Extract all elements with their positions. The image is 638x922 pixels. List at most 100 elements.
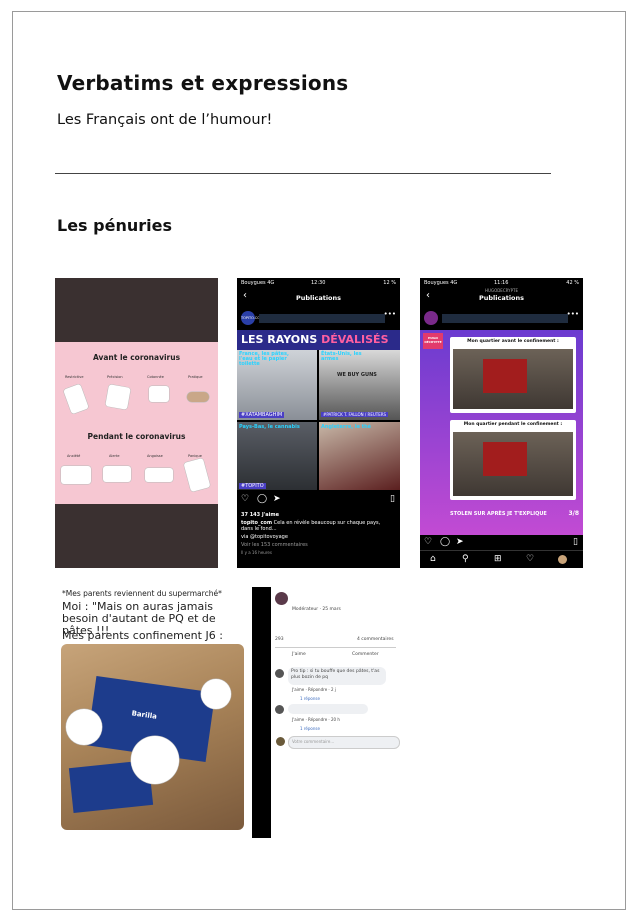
comment-bubble: Pro tip : si tu bouffe que des pâtes, t'… bbox=[288, 667, 386, 685]
more-icon[interactable]: ••• bbox=[567, 310, 579, 318]
banner-text: LES RAYONS bbox=[241, 333, 318, 346]
search-icon[interactable]: ⚲ bbox=[462, 554, 469, 564]
bookmark-icon[interactable]: ▯ bbox=[390, 494, 395, 504]
share-icon[interactable]: ➤ bbox=[273, 494, 281, 504]
comment-actions[interactable]: J'aime · Répondre · 20 h bbox=[292, 717, 340, 722]
shop-front bbox=[483, 442, 527, 476]
avatar[interactable] bbox=[424, 311, 438, 325]
section-heading: Les pénuries bbox=[57, 216, 172, 235]
comment-count[interactable]: 4 commentaires bbox=[357, 637, 394, 642]
comment-icon[interactable]: ◯ bbox=[440, 537, 450, 547]
brand-badge: HUGO DÉCRYPTE bbox=[423, 333, 443, 349]
moderator-line: Modérateur · 25 mars bbox=[292, 607, 341, 612]
label-after-1: Anxiété bbox=[67, 454, 81, 458]
tile-caption: Angleterre, le thé bbox=[321, 424, 372, 430]
pasta-brand: Barilla bbox=[131, 709, 158, 721]
avatar[interactable] bbox=[275, 592, 288, 605]
heart-icon[interactable]: ♡ bbox=[526, 554, 534, 564]
home-icon[interactable]: ⌂ bbox=[430, 554, 436, 564]
photo-street-during bbox=[453, 432, 573, 496]
label-after-2: Alerte bbox=[109, 454, 120, 458]
profile-icon[interactable] bbox=[558, 555, 567, 564]
reaction-count[interactable]: 293 bbox=[275, 637, 284, 642]
page-indicator: 3/8 bbox=[568, 510, 579, 517]
share-icon[interactable]: ➤ bbox=[456, 537, 464, 547]
photo-street-before bbox=[453, 349, 573, 409]
hashtag: #TOPITO bbox=[239, 483, 266, 489]
instagram-screenshot-topito: Bouygues 4G 12:30 12 % ‹ Publications TO… bbox=[237, 278, 400, 568]
photo-shelves-france: France, les pâtes, l'eau et le papier to… bbox=[237, 350, 317, 420]
add-post-icon[interactable]: ⊞ bbox=[494, 554, 502, 564]
account-name: HUGODECRYPTE bbox=[485, 288, 518, 293]
like-button[interactable]: J'aime bbox=[292, 652, 306, 657]
label-after-3: Angoisse bbox=[147, 454, 163, 458]
shop-front bbox=[483, 359, 527, 393]
label-before-2: Précision bbox=[107, 375, 123, 379]
clock: 11:16 bbox=[494, 280, 509, 286]
divider bbox=[275, 647, 396, 648]
bottom-nav: ⌂ ⚲ ⊞ ♡ bbox=[420, 550, 583, 568]
like-count: 37 143 J'aime bbox=[241, 512, 279, 518]
instagram-screenshot-hugodecrypte: Bouygues 4G 11:16 42 % HUGODECRYPTE ‹ Pu… bbox=[420, 278, 583, 568]
avatar[interactable] bbox=[275, 669, 284, 678]
timestamp: Il y a 16 heures bbox=[241, 550, 272, 555]
before-label: Mon quartier avant le confinement : bbox=[467, 339, 559, 344]
bookmark-icon[interactable]: ▯ bbox=[573, 537, 578, 547]
avatar[interactable] bbox=[275, 705, 284, 714]
during-panel: Mon quartier pendant le confinement : bbox=[450, 420, 576, 500]
battery: 12 % bbox=[383, 280, 396, 286]
comment-bubble bbox=[288, 704, 368, 714]
status-bar: Bouygues 4G 11:16 42 % bbox=[420, 278, 583, 288]
toilet-roll-icon bbox=[105, 384, 131, 410]
photo-credit: #PATRICK T. FALLON / REUTERS bbox=[321, 412, 389, 417]
tile-caption: France, les pâtes, l'eau et le papier to… bbox=[239, 351, 289, 367]
toilet-roll-icon bbox=[66, 709, 102, 745]
toilet-roll-icon bbox=[131, 736, 179, 784]
replies-link[interactable]: 1 réponse bbox=[300, 726, 320, 731]
more-icon[interactable]: ••• bbox=[384, 310, 396, 318]
post-image: HUGO DÉCRYPTE Mon quartier avant le conf… bbox=[420, 330, 583, 535]
toilet-roll-icon bbox=[61, 466, 91, 484]
nav-title: Publications bbox=[295, 294, 342, 302]
toilet-roll-icon bbox=[63, 383, 89, 415]
comment-button[interactable]: Commenter bbox=[352, 652, 379, 657]
nav-title: Publications bbox=[478, 294, 525, 302]
replies-link[interactable]: 1 réponse bbox=[300, 696, 320, 701]
meme-line-3: Mes parents confinement J6 : bbox=[62, 629, 223, 642]
divider bbox=[55, 173, 551, 174]
comment-composer[interactable]: Votre commentaire... bbox=[288, 736, 400, 749]
heading-after: Pendant le coronavirus bbox=[87, 432, 186, 441]
tile-caption: Pays-Bas, le cannabis bbox=[239, 424, 300, 430]
page-title: Verbatims et expressions bbox=[57, 71, 349, 95]
post-footer: STOLEN SUR APRÈS JE T'EXPLIQUE bbox=[450, 511, 547, 517]
toilet-roll-icon bbox=[149, 386, 169, 402]
clock: 12:30 bbox=[311, 280, 326, 286]
comment-text: Pro tip : si tu bouffe que des pâtes, t'… bbox=[291, 669, 380, 680]
avatar[interactable]: TOPITO.COM bbox=[241, 311, 263, 325]
comment-actions[interactable]: J'aime · Répondre · 2 j bbox=[292, 687, 336, 692]
view-comments-link[interactable]: Voir les 153 commentaires bbox=[241, 542, 308, 548]
via-text: via @topitovoyage bbox=[241, 534, 288, 540]
banner-accent-text: DÉVALISÉS bbox=[321, 333, 389, 346]
account-name-redacted bbox=[259, 314, 385, 323]
page-subtitle: Les Français ont de l’humour! bbox=[57, 112, 273, 128]
tile-caption: États-Unis, les armes bbox=[321, 351, 362, 362]
toilet-roll-icon bbox=[103, 466, 131, 482]
composer-placeholder: Votre commentaire... bbox=[292, 739, 335, 744]
comment-icon[interactable]: ◯ bbox=[257, 494, 267, 504]
heart-icon[interactable]: ♡ bbox=[241, 494, 249, 504]
carrier: Bouygues 4G bbox=[424, 280, 458, 286]
heading-before: Avant le coronavirus bbox=[92, 353, 181, 362]
photo-pasta-car: Barilla bbox=[61, 644, 244, 830]
toilet-roll-icon bbox=[201, 679, 231, 709]
post-banner: LES RAYONS DÉVALISÉS bbox=[237, 330, 400, 350]
toilet-roll-icon bbox=[183, 457, 211, 493]
photo-credit: #XATAMBAGHIM bbox=[239, 412, 285, 418]
heart-icon[interactable]: ♡ bbox=[424, 537, 432, 547]
store-sign: WE BUY GUNS bbox=[337, 372, 377, 378]
avatar bbox=[276, 737, 285, 746]
toilet-roll-icon bbox=[145, 468, 173, 482]
photo-cannabis-queue: Pays-Bas, le cannabis bbox=[237, 422, 317, 490]
carrier: Bouygues 4G bbox=[241, 280, 275, 286]
status-bar: Bouygues 4G 12:30 12 % bbox=[237, 278, 400, 288]
